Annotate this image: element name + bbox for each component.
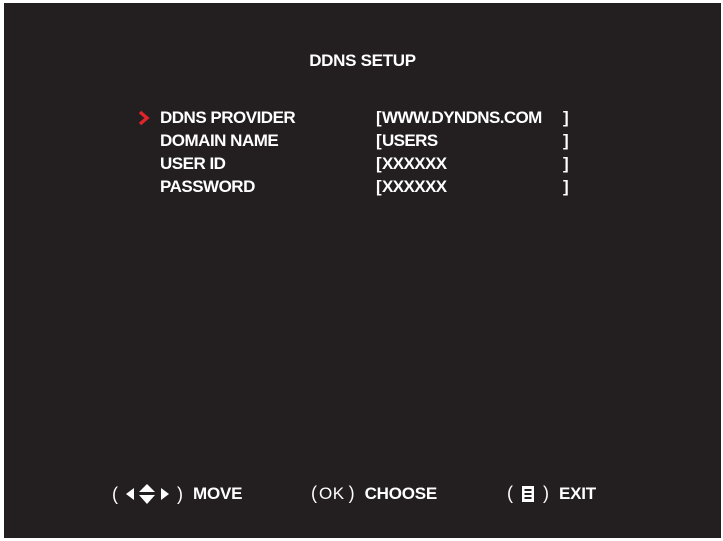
arrow-up-down-icon <box>139 484 155 504</box>
value-close-bracket: ] <box>563 131 569 150</box>
page-title: DDNS SETUP <box>309 51 416 70</box>
menu-item-password[interactable]: PASSWORD [ XXXXXX ] <box>4 177 721 199</box>
value-close-bracket: ] <box>563 108 569 127</box>
exit-hint: ( ) EXIT <box>507 483 596 504</box>
menu-item-label: USER ID <box>160 154 226 173</box>
arrow-left-icon <box>126 488 134 500</box>
ok-key-label: OK <box>319 483 345 503</box>
open-paren: ( <box>507 483 513 503</box>
menu-item-label: DOMAIN NAME <box>160 131 279 150</box>
open-paren: ( <box>112 483 118 504</box>
key-hints-footer: ( ) MOVE ( OK ) CHOOSE () EXIT <box>4 483 721 509</box>
open-paren: ( <box>311 483 317 503</box>
menu-item-label: DDNS PROVIDER <box>160 108 296 127</box>
value-close-bracket: ] <box>563 177 569 196</box>
password-value[interactable]: XXXXXX <box>382 177 447 197</box>
user-id-value[interactable]: XXXXXX <box>382 154 447 174</box>
menu-item-label: PASSWORD <box>160 177 255 196</box>
value-open-bracket: [ <box>376 108 382 127</box>
value-close-bracket: ] <box>563 154 569 173</box>
arrow-right-icon <box>161 488 169 500</box>
ddns-setup-screen: DDNS SETUP DDNS PROVIDER [ WWW.DYNDNS.CO… <box>4 3 721 538</box>
menu-item-domain-name[interactable]: DOMAIN NAME [ USERS ] <box>4 131 721 153</box>
close-paren: ) <box>348 483 355 503</box>
domain-name-value[interactable]: USERS <box>382 131 438 151</box>
value-open-bracket: [ <box>376 131 382 150</box>
choose-hint: ( OK ) CHOOSE <box>311 483 437 504</box>
menu-item-user-id[interactable]: USER ID [ XXXXXX ] <box>4 154 721 176</box>
close-paren: ) <box>543 483 549 503</box>
choose-label: CHOOSE <box>364 483 438 503</box>
close-paren: ) <box>177 483 183 504</box>
move-label: MOVE <box>193 484 243 503</box>
ddns-provider-value[interactable]: WWW.DYNDNS.COM <box>382 108 542 128</box>
value-open-bracket: [ <box>376 177 382 196</box>
selection-cursor-icon <box>138 110 150 126</box>
value-open-bracket: [ <box>376 154 382 173</box>
menu-item-ddns-provider[interactable]: DDNS PROVIDER [ WWW.DYNDNS.COM ] <box>4 108 721 130</box>
exit-label: EXIT <box>559 483 596 503</box>
menu-key-icon <box>522 485 534 502</box>
move-hint: ( ) MOVE <box>112 483 242 505</box>
